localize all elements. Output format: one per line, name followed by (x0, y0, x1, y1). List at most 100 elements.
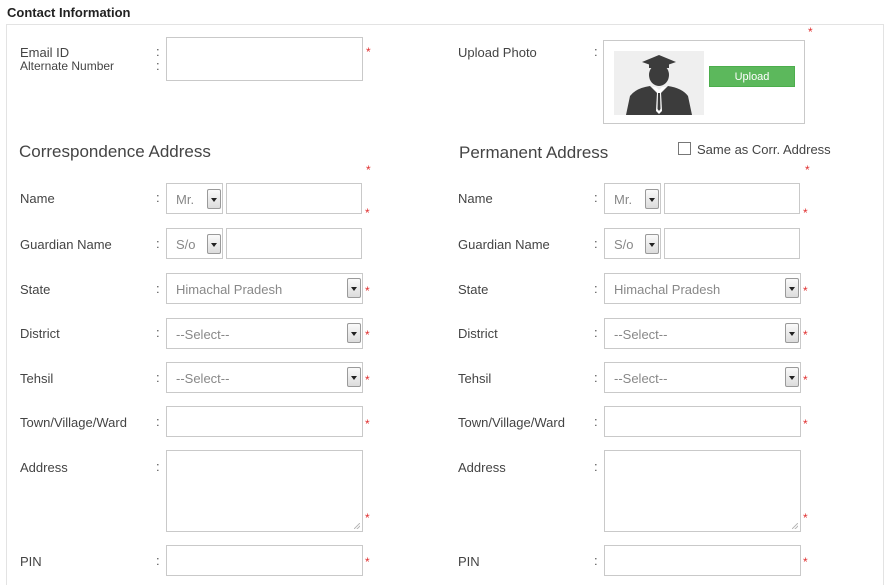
email-input[interactable] (166, 37, 363, 81)
chevron-down-icon (347, 367, 361, 387)
perm-tehsil-label: Tehsil (458, 371, 492, 386)
upload-photo-colon: : (594, 44, 598, 59)
correspondence-address-heading: Correspondence Address (19, 142, 211, 161)
corr-state-colon: : (156, 281, 160, 296)
perm-name-colon: : (594, 190, 598, 205)
section-title: Contact Information (7, 5, 131, 20)
corr-district-label: District (20, 326, 60, 341)
perm-district-value: --Select-- (614, 327, 668, 342)
perm-state-required-mark: * (803, 284, 808, 298)
perm-guardian-input[interactable] (664, 228, 800, 259)
perm-address-textarea[interactable] (604, 450, 801, 532)
alternate-number-label: Alternate Number (20, 59, 115, 73)
corr-state-select[interactable]: Himachal Pradesh (166, 273, 363, 304)
corr-name-input[interactable] (226, 183, 362, 214)
corr-guardian-input[interactable] (226, 228, 362, 259)
perm-state-select[interactable]: Himachal Pradesh (604, 273, 801, 304)
corr-relation-value: S/o (176, 237, 196, 252)
photo-required-mark: * (808, 25, 813, 39)
corr-address-colon: : (156, 459, 160, 474)
corr-pin-required-mark: * (365, 555, 370, 569)
email-required-mark: * (366, 45, 371, 59)
chevron-down-icon (207, 234, 221, 254)
corr-district-select[interactable]: --Select-- (166, 318, 363, 349)
corr-name-required-top: * (366, 163, 371, 177)
perm-relation-select[interactable]: S/o (604, 228, 661, 259)
chevron-down-icon (347, 278, 361, 298)
perm-state-colon: : (594, 281, 598, 296)
alternate-colon: : (156, 58, 160, 73)
corr-guardian-colon: : (156, 236, 160, 251)
corr-salutation-value: Mr. (176, 192, 195, 207)
corr-address-textarea[interactable] (166, 450, 363, 532)
perm-district-colon: : (594, 325, 598, 340)
same-as-corr-label: Same as Corr. Address (697, 142, 831, 157)
perm-tehsil-select[interactable]: --Select-- (604, 362, 801, 393)
corr-tehsil-label: Tehsil (20, 371, 54, 386)
perm-pin-input[interactable] (604, 545, 801, 576)
corr-state-required-mark: * (365, 284, 370, 298)
perm-town-required-mark: * (803, 417, 808, 431)
corr-guardian-label: Guardian Name (20, 237, 112, 252)
chevron-down-icon (645, 189, 659, 209)
perm-district-required-mark: * (803, 328, 808, 342)
perm-name-label: Name (458, 191, 493, 206)
corr-salutation-select[interactable]: Mr. (166, 183, 223, 214)
corr-district-colon: : (156, 325, 160, 340)
chevron-down-icon (347, 323, 361, 343)
perm-address-label: Address (458, 460, 506, 475)
chevron-down-icon (207, 189, 221, 209)
chevron-down-icon (785, 323, 799, 343)
corr-pin-colon: : (156, 553, 160, 568)
perm-tehsil-required-mark: * (803, 373, 808, 387)
corr-name-label: Name (20, 191, 55, 206)
perm-town-input[interactable] (604, 406, 801, 437)
perm-name-input[interactable] (664, 183, 800, 214)
corr-name-required-mark: * (365, 206, 370, 220)
permanent-address-heading: Permanent Address (459, 143, 609, 162)
corr-district-value: --Select-- (176, 327, 230, 342)
perm-pin-colon: : (594, 553, 598, 568)
corr-state-value: Himachal Pradesh (176, 282, 283, 297)
corr-town-colon: : (156, 414, 160, 429)
chevron-down-icon (785, 278, 799, 298)
chevron-down-icon (645, 234, 659, 254)
perm-address-colon: : (594, 459, 598, 474)
same-as-corr-checkbox[interactable] (678, 142, 691, 155)
upload-button[interactable]: Upload (709, 66, 795, 87)
perm-salutation-select[interactable]: Mr. (604, 183, 661, 214)
corr-address-required-mark: * (365, 511, 370, 525)
corr-town-input[interactable] (166, 406, 363, 437)
perm-pin-required-mark: * (803, 555, 808, 569)
person-silhouette-icon (614, 51, 704, 115)
perm-guardian-colon: : (594, 236, 598, 251)
perm-name-required-top: * (805, 163, 810, 177)
perm-town-colon: : (594, 414, 598, 429)
perm-guardian-label: Guardian Name (458, 237, 550, 252)
corr-address-label: Address (20, 460, 68, 475)
perm-state-label: State (458, 282, 489, 297)
upload-photo-label: Upload Photo (458, 45, 537, 60)
perm-tehsil-colon: : (594, 370, 598, 385)
corr-tehsil-colon: : (156, 370, 160, 385)
corr-name-colon: : (156, 190, 160, 205)
email-label: Email ID (20, 45, 70, 60)
perm-tehsil-value: --Select-- (614, 371, 668, 386)
perm-address-required-mark: * (803, 511, 808, 525)
corr-relation-select[interactable]: S/o (166, 228, 223, 259)
perm-state-value: Himachal Pradesh (614, 282, 721, 297)
email-colon: : (156, 44, 160, 59)
perm-district-select[interactable]: --Select-- (604, 318, 801, 349)
corr-tehsil-value: --Select-- (176, 371, 230, 386)
perm-relation-value: S/o (614, 237, 634, 252)
perm-district-label: District (458, 326, 498, 341)
corr-town-label: Town/Village/Ward (20, 415, 127, 430)
corr-pin-label: PIN (20, 554, 42, 569)
photo-upload-box: Upload (603, 40, 805, 124)
corr-district-required-mark: * (365, 328, 370, 342)
corr-tehsil-select[interactable]: --Select-- (166, 362, 363, 393)
corr-pin-input[interactable] (166, 545, 363, 576)
corr-town-required-mark: * (365, 417, 370, 431)
perm-name-required-mark: * (803, 206, 808, 220)
perm-town-label: Town/Village/Ward (458, 415, 565, 430)
